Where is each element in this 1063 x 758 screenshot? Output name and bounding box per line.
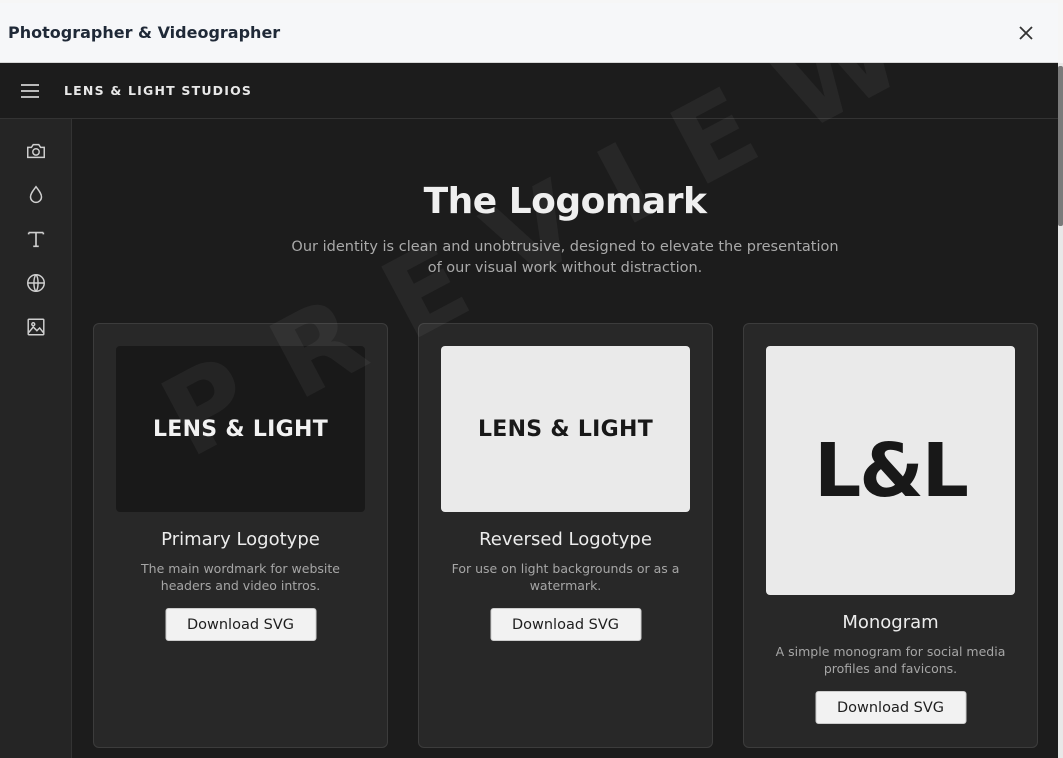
card-primary-logotype: LENS & LIGHT Primary Logotype The main w… [93,323,388,748]
page-title: The Logomark [423,181,707,222]
page-subtitle: Our identity is clean and unobtrusive, d… [291,239,839,276]
card-monogram: L&L Monogram A simple monogram for socia… [743,323,1038,748]
type-icon[interactable] [24,227,48,251]
logo-preview: LENS & LIGHT [441,346,690,512]
monogram-preview: L&L [766,346,1015,595]
image-icon[interactable] [24,315,48,339]
download-svg-button[interactable]: Download SVG [165,608,316,641]
scrollbar-thumb[interactable] [1058,66,1063,226]
globe-icon[interactable] [24,271,48,295]
hamburger-menu-icon[interactable] [20,83,40,99]
card-reversed-logotype: LENS & LIGHT Reversed Logotype For use o… [418,323,713,748]
card-description: A simple monogram for social media profi… [775,644,1006,676]
top-bar: LENS & LIGHT STUDIOS [0,63,1058,119]
card-description: For use on light backgrounds or as a wat… [451,561,680,593]
sidebar [0,119,72,758]
close-icon[interactable] [1014,21,1038,45]
app-frame: LENS & LIGHT STUDIOS The Logomark Our id… [0,63,1058,758]
brand-name: LENS & LIGHT STUDIOS [64,83,253,98]
camera-icon[interactable] [24,139,48,163]
logo-preview: LENS & LIGHT [116,346,365,512]
download-svg-button[interactable]: Download SVG [490,608,641,641]
droplet-icon[interactable] [24,183,48,207]
main-content: The Logomark Our identity is clean and u… [72,63,1058,758]
card-description: The main wordmark for website headers an… [141,561,340,593]
window-title: Photographer & Videographer [8,23,281,42]
card-title: Reversed Logotype [479,529,652,550]
download-svg-button[interactable]: Download SVG [815,691,966,724]
window-header: Photographer & Videographer [0,3,1058,63]
card-title: Primary Logotype [161,529,320,550]
card-title: Monogram [842,612,939,633]
